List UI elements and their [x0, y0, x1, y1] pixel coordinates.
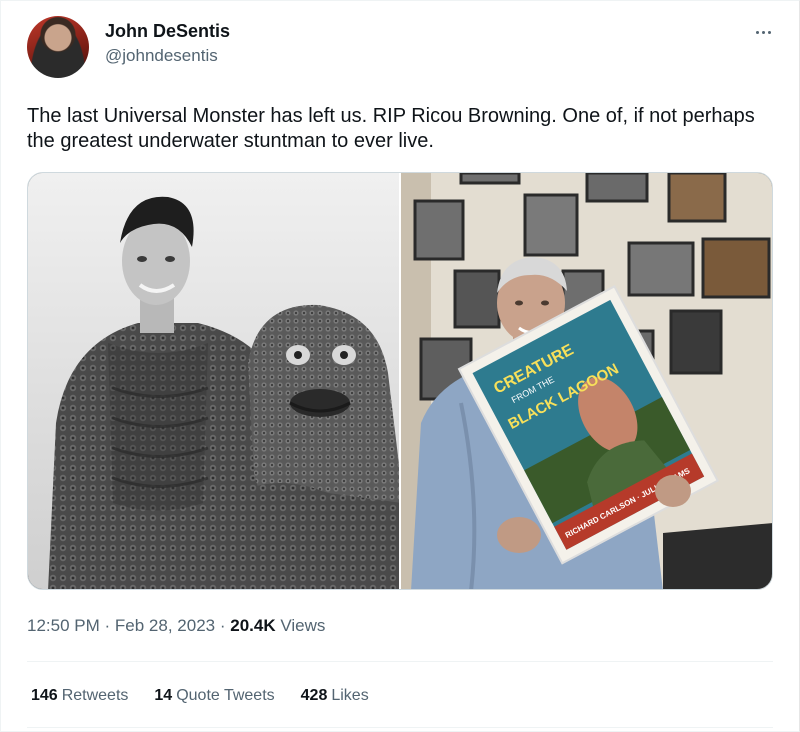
retweets-stat[interactable]: 146 Retweets: [31, 685, 128, 707]
retweets-label: Retweets: [61, 687, 129, 704]
quotes-label: Quote Tweets: [176, 687, 275, 704]
tweet-card: John DeSentis @johndesentis The last Uni…: [0, 0, 800, 732]
tweet-time[interactable]: 12:50 PM: [27, 616, 100, 635]
media-grid: CREATURE FROM THE BLACK LAGOON RICHARD C…: [27, 172, 773, 590]
author-display-name[interactable]: John DeSentis: [105, 20, 230, 42]
quote-tweets-stat[interactable]: 14 Quote Tweets: [154, 685, 274, 707]
meta-separator: ·: [104, 616, 111, 635]
views-count: 20.4K: [230, 616, 276, 635]
likes-label: Likes: [331, 687, 369, 704]
photo-modern-drawing: CREATURE FROM THE BLACK LAGOON RICHARD C…: [401, 173, 772, 589]
photo-vintage-creature[interactable]: [28, 173, 401, 589]
tweet-text: The last Universal Monster has left us. …: [27, 105, 755, 152]
photo-vintage-drawing: [28, 173, 399, 589]
photo-elderly-man-poster[interactable]: CREATURE FROM THE BLACK LAGOON RICHARD C…: [401, 173, 772, 589]
views-label: Views: [280, 616, 326, 635]
retweets-count: 146: [31, 687, 58, 704]
author-names: John DeSentis @johndesentis: [105, 20, 230, 67]
tweet-stats: 146 Retweets 14 Quote Tweets 428 Likes: [31, 685, 369, 707]
likes-stat[interactable]: 428 Likes: [301, 685, 369, 707]
likes-count: 428: [300, 687, 328, 704]
quotes-count: 14: [154, 687, 173, 704]
avatar[interactable]: [27, 16, 89, 78]
more-options-button[interactable]: [749, 22, 777, 42]
divider: [27, 661, 773, 662]
tweet-meta: 12:50 PM · Feb 28, 2023 · 20.4K Views: [27, 614, 325, 638]
tweet-header: John DeSentis @johndesentis: [27, 16, 777, 82]
author-handle[interactable]: @johndesentis: [105, 45, 230, 67]
meta-separator: ·: [219, 616, 226, 635]
more-horizontal-icon: [755, 30, 759, 34]
divider-bottom: [27, 727, 773, 728]
tweet-date[interactable]: Feb 28, 2023: [115, 616, 215, 635]
